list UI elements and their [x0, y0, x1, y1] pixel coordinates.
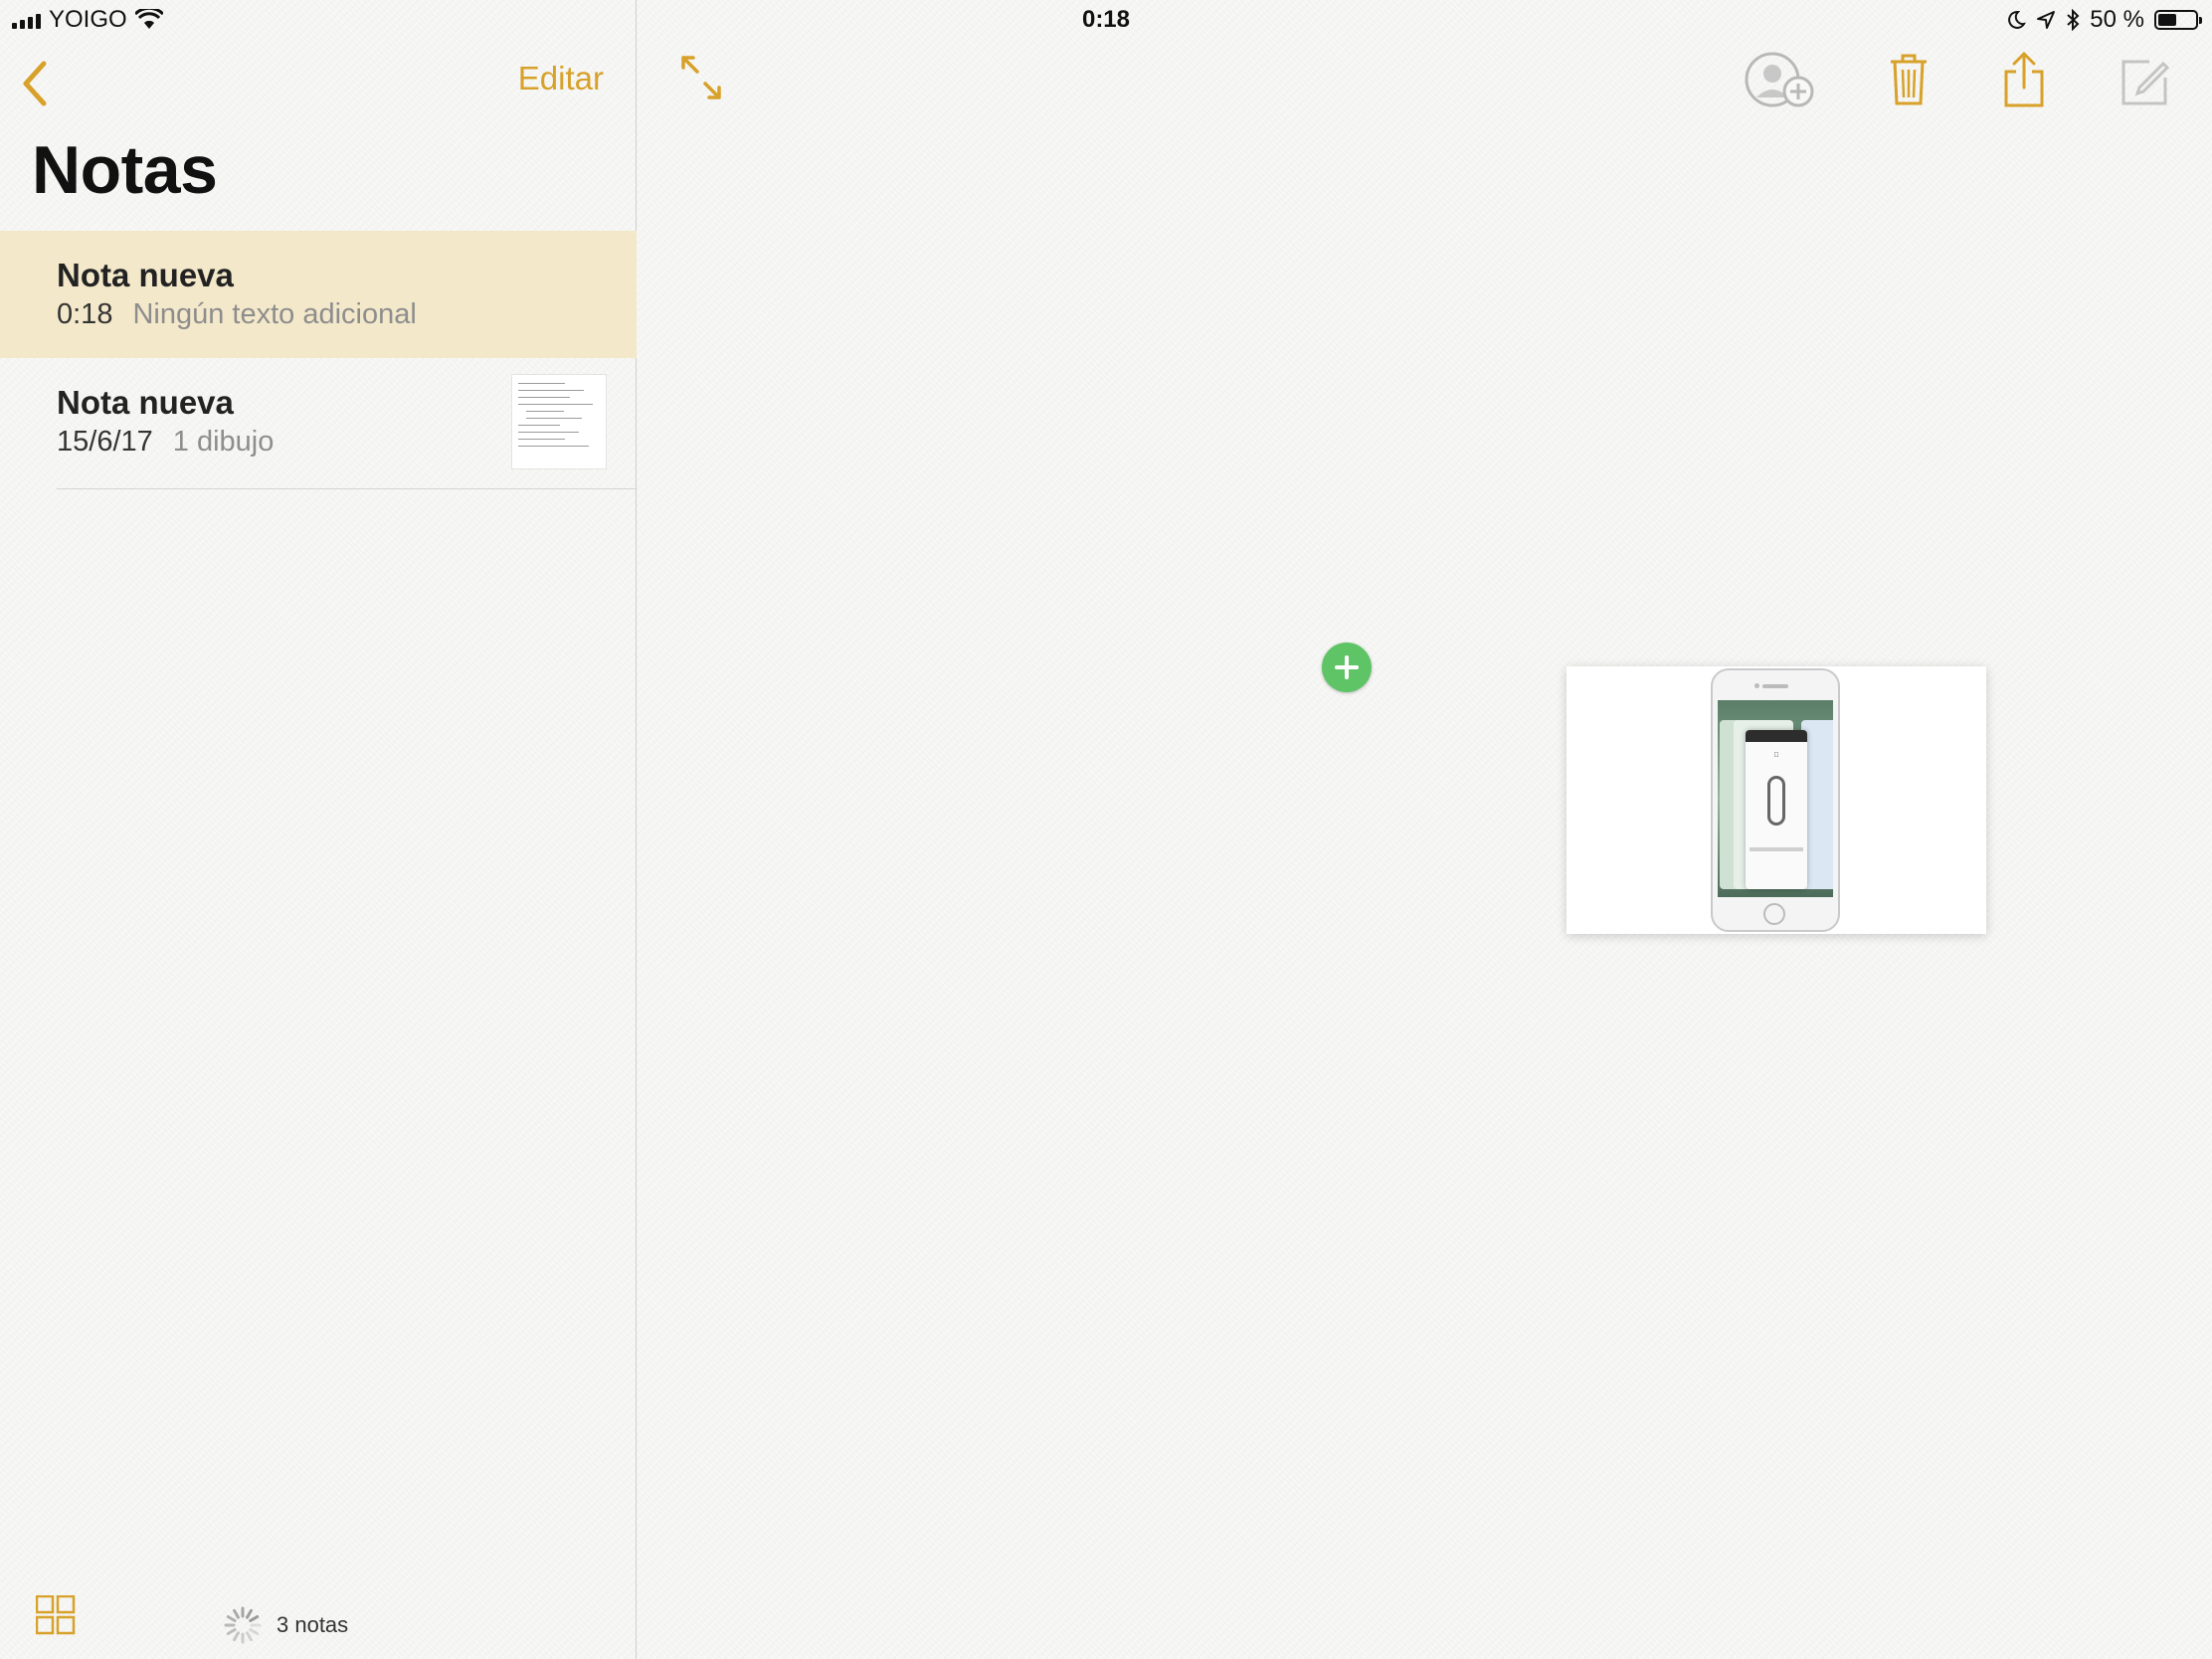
phone-camera	[1754, 683, 1759, 688]
phone-speaker	[1762, 684, 1788, 688]
location-icon	[2037, 11, 2056, 29]
sidebar-bottom-bar: 3 notas	[0, 1579, 637, 1659]
dragged-image[interactable]: 	[1567, 666, 1986, 934]
spinner-tick	[233, 1631, 240, 1642]
expand-icon[interactable]	[679, 54, 723, 101]
note-list-item[interactable]: Nota nueva 0:18 Ningún texto adicional	[0, 231, 637, 358]
note-editor[interactable]: 	[638, 0, 2212, 1659]
note-title: Nota nueva	[57, 257, 234, 293]
notes-sidebar: Editar Notas Nota nueva 0:18 Ningún texto…	[0, 0, 637, 1659]
spinner-tick	[249, 1628, 260, 1635]
status-time: 0:18	[1081, 6, 1131, 33]
phone-image: 	[1711, 668, 1840, 932]
page-title: Notas	[32, 132, 218, 208]
note-date: 0:18	[57, 298, 113, 330]
spinner-tick	[233, 1608, 240, 1619]
spinner-tick	[246, 1631, 253, 1642]
app-card-topbar	[1746, 730, 1807, 742]
bluetooth-icon	[2067, 9, 2080, 31]
trash-icon[interactable]	[1887, 52, 1931, 107]
note-date: 15/6/17	[57, 426, 153, 458]
watch-logo-icon: 	[1746, 752, 1807, 759]
spinner-tick	[249, 1615, 260, 1622]
spinner-tick	[246, 1608, 253, 1619]
compose-icon[interactable]	[2120, 56, 2171, 107]
battery-percent: 50 %	[2090, 6, 2144, 33]
spinner-icon	[224, 1606, 262, 1644]
battery-fill	[2158, 14, 2176, 26]
add-people-icon[interactable]	[1745, 52, 1820, 111]
note-meta: 0:18 Ningún texto adicional	[57, 298, 417, 331]
note-count: 3 notas	[223, 1605, 348, 1645]
spinner-tick	[226, 1615, 237, 1622]
moon-icon	[2008, 10, 2027, 29]
note-meta: 15/6/17 1 dibujo	[57, 426, 274, 459]
status-bar: YOIGO 0:18 50 %	[0, 0, 2212, 40]
caption-line	[1750, 847, 1803, 851]
grid-icon[interactable]	[36, 1595, 76, 1635]
note-title: Nota nueva	[57, 384, 234, 421]
spinner-tick	[226, 1628, 237, 1635]
battery-tip	[2199, 17, 2202, 24]
chevron-left-icon[interactable]	[14, 56, 54, 111]
phone-home-button	[1763, 903, 1785, 925]
watch-icon	[1767, 776, 1785, 826]
note-preview: 1 dibujo	[172, 426, 275, 458]
edit-button[interactable]: Editar	[518, 60, 604, 97]
note-preview: Ningún texto adicional	[132, 298, 417, 330]
note-count-label: 3 notas	[276, 1612, 349, 1637]
divider	[57, 488, 637, 489]
share-icon[interactable]	[2002, 50, 2046, 109]
note-thumbnail	[511, 374, 607, 469]
app-card-front: 	[1746, 730, 1807, 889]
plus-icon[interactable]	[1322, 643, 1372, 692]
status-right: 50 %	[2006, 6, 2202, 34]
note-list-item[interactable]: Nota nueva 15/6/17 1 dibujo	[0, 360, 637, 489]
phone-screen: 	[1718, 700, 1833, 897]
battery-icon	[2154, 10, 2202, 30]
